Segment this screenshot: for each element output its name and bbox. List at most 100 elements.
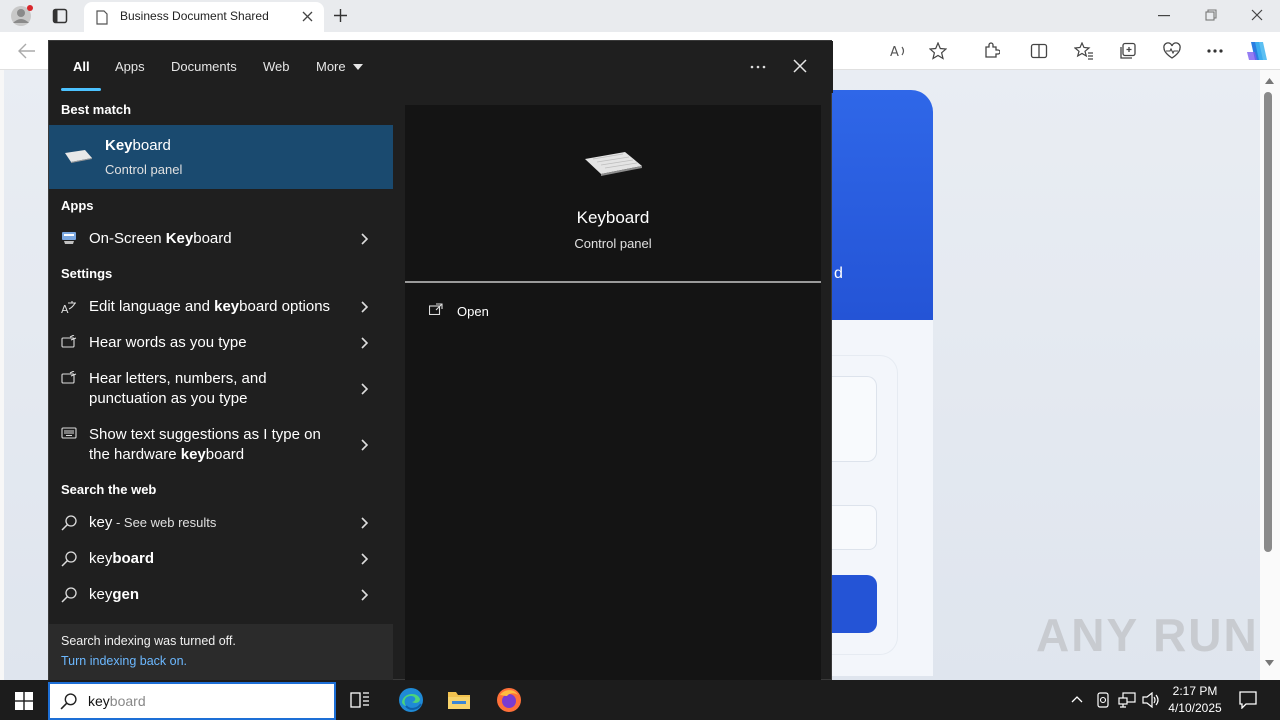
favorites-icon[interactable]: [1074, 42, 1094, 60]
search-web-header: Search the web: [61, 482, 157, 497]
filter-web[interactable]: Web: [263, 59, 290, 74]
split-screen-icon[interactable]: [1030, 42, 1048, 60]
collections-icon[interactable]: [1119, 42, 1137, 60]
best-match-keyboard[interactable]: Keyboard Control panel: [49, 125, 393, 189]
open-action[interactable]: Open: [425, 299, 625, 325]
web-result-label: keyboard: [89, 550, 155, 567]
best-match-title: Keyboard: [105, 137, 171, 154]
turn-indexing-on-link[interactable]: Turn indexing back on.: [61, 654, 187, 668]
tab-title: Business Document Shared: [120, 9, 269, 23]
edge-icon[interactable]: [398, 687, 424, 713]
open-label: Open: [457, 304, 489, 319]
clock-date[interactable]: 4/10/2025: [1166, 701, 1224, 715]
preview-divider: [405, 281, 821, 283]
setting-hear-words[interactable]: Hear words as you type: [49, 325, 393, 361]
task-view-icon[interactable]: [350, 691, 370, 709]
chevron-right-icon[interactable]: [361, 589, 369, 601]
chevron-down-icon[interactable]: [353, 64, 363, 70]
filter-more[interactable]: More: [316, 59, 346, 74]
app-on-screen-keyboard[interactable]: On-Screen Keyboard: [49, 221, 393, 257]
setting-text-suggestions[interactable]: Show text suggestions as I type on the h…: [49, 417, 393, 473]
chevron-right-icon[interactable]: [361, 439, 369, 451]
browser-essentials-icon[interactable]: [1163, 42, 1181, 60]
network-icon[interactable]: [1118, 692, 1136, 708]
chevron-up-icon[interactable]: [1071, 695, 1083, 703]
back-icon[interactable]: [18, 43, 36, 59]
svg-text:A: A: [890, 45, 899, 60]
tab-business-document[interactable]: Business Document Shared: [84, 2, 324, 32]
setting-label-line2: punctuation as you type: [89, 390, 248, 407]
setting-label: Hear words as you type: [89, 334, 247, 351]
hardware-keyboard-icon: [61, 427, 77, 439]
chevron-right-icon[interactable]: [361, 233, 369, 245]
restore-icon[interactable]: [1205, 9, 1217, 21]
read-aloud-icon[interactable]: A: [890, 42, 908, 60]
close-icon[interactable]: [793, 59, 807, 73]
more-options-icon[interactable]: [1207, 49, 1223, 53]
tab-actions-icon[interactable]: [52, 8, 68, 24]
indexing-note: Search indexing was turned off.: [61, 634, 236, 648]
card-heading-fragment: d: [834, 265, 843, 282]
favorite-star-icon[interactable]: [929, 42, 947, 60]
close-tab-icon[interactable]: [302, 11, 313, 22]
search-query: keyboard: [88, 693, 146, 709]
windows-start-icon[interactable]: [15, 692, 33, 710]
scroll-up-icon[interactable]: [1265, 78, 1274, 84]
setting-edit-language[interactable]: A Edit language and keyboard options: [49, 289, 393, 325]
taskbar: keyboard 2:17 PM 4/10/2025: [0, 680, 1280, 720]
web-result-key[interactable]: key - See web results: [49, 505, 393, 541]
firefox-icon[interactable]: [496, 687, 522, 713]
narrator-icon: [61, 371, 77, 385]
setting-label: Show text suggestions as I type on: [89, 426, 321, 443]
keyboard-icon: [63, 149, 93, 163]
preview-pane: Keyboard Control panel Open: [405, 105, 821, 681]
open-icon: [429, 303, 443, 315]
web-result-keyboard[interactable]: keyboard: [49, 541, 393, 577]
page-icon: [96, 10, 108, 25]
web-result-label: key - See web results: [89, 514, 217, 531]
best-match-subtitle: Control panel: [105, 162, 183, 177]
chevron-right-icon[interactable]: [361, 383, 369, 395]
search-results-list: Best match Keyboard Control panel Apps O…: [49, 93, 393, 682]
notifications-icon[interactable]: [1239, 691, 1257, 709]
keyboard-preview-icon: [583, 151, 643, 177]
search-icon: [61, 515, 77, 531]
tab-bar: Business Document Shared: [0, 0, 1280, 32]
setting-label-line2: the hardware keyboard: [89, 446, 245, 463]
filter-documents[interactable]: Documents: [171, 59, 237, 74]
copilot-icon[interactable]: [1245, 40, 1269, 62]
setting-hear-letters[interactable]: Hear letters, numbers, and punctuation a…: [49, 361, 393, 417]
login-card-header: [820, 90, 933, 320]
ellipsis-icon[interactable]: [750, 65, 766, 69]
watermark: ANY RUN: [1036, 609, 1259, 661]
file-explorer-icon[interactable]: [447, 689, 471, 711]
app-item-label: On-Screen Keyboard: [89, 230, 232, 247]
chevron-right-icon[interactable]: [361, 517, 369, 529]
clock-time[interactable]: 2:17 PM: [1166, 684, 1224, 698]
web-result-keygen[interactable]: keygen: [49, 577, 393, 613]
chevron-right-icon[interactable]: [361, 301, 369, 313]
device-icon[interactable]: [1095, 691, 1111, 709]
extensions-icon[interactable]: [982, 42, 1000, 60]
chevron-right-icon[interactable]: [361, 337, 369, 349]
filter-apps[interactable]: Apps: [115, 59, 145, 74]
minimize-icon[interactable]: [1158, 15, 1170, 17]
volume-icon[interactable]: [1142, 692, 1160, 708]
search-icon: [61, 551, 77, 567]
scroll-down-icon[interactable]: [1265, 660, 1274, 666]
search-icon: [60, 693, 77, 710]
chevron-right-icon[interactable]: [361, 553, 369, 565]
filter-all[interactable]: All: [73, 59, 90, 74]
search-icon: [61, 587, 77, 603]
setting-label: Edit language and keyboard options: [89, 298, 331, 315]
svg-text:A: A: [61, 303, 69, 315]
profile-avatar-icon[interactable]: [10, 5, 34, 27]
active-filter-indicator: [61, 88, 101, 91]
narrator-icon: [61, 335, 77, 349]
best-match-header: Best match: [61, 102, 132, 117]
new-tab-icon[interactable]: [333, 8, 348, 23]
taskbar-search-input[interactable]: keyboard: [48, 682, 336, 720]
start-search-panel: All Apps Documents Web More Best match K…: [48, 40, 833, 682]
scroll-thumb[interactable]: [1264, 92, 1272, 552]
close-window-icon[interactable]: [1251, 9, 1263, 21]
